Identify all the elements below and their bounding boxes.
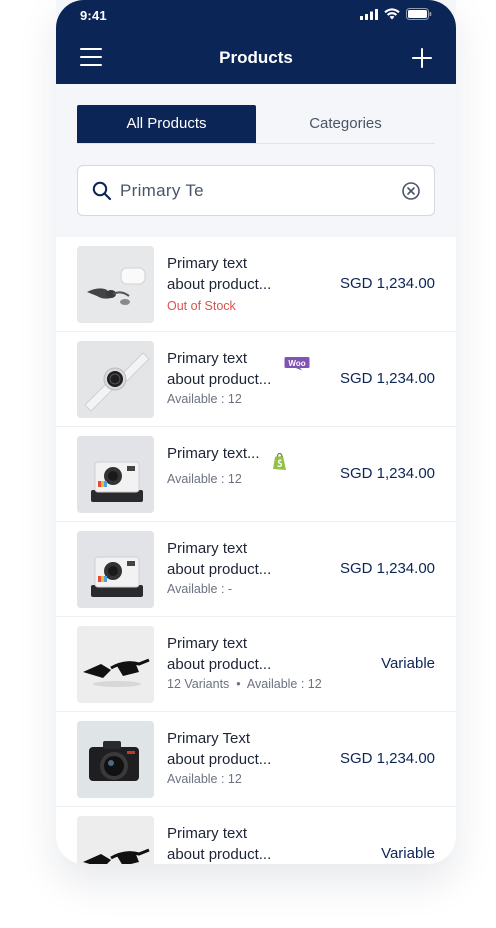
stock-status: Out of Stock (167, 299, 236, 313)
product-price: Variable (381, 655, 435, 672)
tab-categories[interactable]: Categories (256, 105, 435, 143)
battery-icon (406, 8, 432, 20)
page-title: Products (219, 48, 293, 67)
product-row[interactable]: Primary text about product... Available … (56, 522, 456, 617)
product-thumbnail-sunglasses (77, 626, 154, 703)
search-icon (92, 181, 112, 201)
product-thumbnail-smartwatch (77, 341, 154, 418)
product-row[interactable]: Primary Text about product... Available … (56, 712, 456, 807)
product-row[interactable]: Primary text about product... Out of Sto… (56, 237, 456, 332)
shopify-icon (273, 453, 286, 470)
product-name: Primary text about product... (167, 825, 272, 863)
availability-text: Available : 12 (167, 392, 242, 406)
product-row[interactable]: Primary text about product... 12 Variant… (56, 617, 456, 712)
product-thumbnail-dslr-camera (77, 721, 154, 798)
availability-text: Available : - (167, 582, 233, 596)
product-price: Variable (381, 845, 435, 862)
product-name: Primary text about product... (167, 635, 272, 673)
product-row[interactable]: Primary text... Available : 12 SGD 1,234… (56, 427, 456, 522)
product-name: Primary text about product... (167, 255, 272, 293)
tab-all-products[interactable]: All Products (77, 105, 256, 143)
wifi-icon (384, 8, 400, 20)
variants-availability-text: 12 Variants • Available : 12 (167, 677, 322, 691)
availability-text: Available : 12 (167, 772, 242, 786)
svg-text:Woo: Woo (288, 359, 305, 368)
clear-search-icon[interactable] (401, 181, 421, 201)
product-price: SGD 1,234.00 (339, 750, 435, 767)
availability-text: Available : 12 (167, 472, 242, 486)
product-row[interactable]: Primary text about product... Woo Availa… (56, 332, 456, 427)
product-thumbnail-sunglasses (77, 816, 154, 864)
product-price: SGD 1,234.00 (339, 560, 435, 577)
product-name: Primary text... (167, 445, 260, 462)
add-product-button[interactable] (412, 48, 432, 68)
product-thumbnail-instant-camera (77, 531, 154, 608)
product-name: Primary text about product... (167, 350, 272, 388)
search-value: Primary Te (120, 181, 204, 200)
product-thumbnail-earbuds (77, 246, 154, 323)
product-row[interactable]: Primary text about product... Variable (56, 807, 456, 864)
product-name: Primary text about product... (167, 540, 272, 578)
status-icons (360, 8, 432, 20)
woocommerce-icon: Woo (284, 357, 310, 371)
phone-screen: 9:41 Products All Products Categories Pr… (56, 0, 456, 864)
search-input[interactable]: Primary Te (77, 165, 435, 216)
product-thumbnail-instant-camera (77, 436, 154, 513)
app-header: 9:41 Products (56, 0, 456, 84)
product-price: SGD 1,234.00 (339, 465, 435, 482)
product-price: SGD 1,234.00 (339, 275, 435, 292)
product-tabs: All Products Categories (77, 105, 435, 144)
product-name: Primary Text about product... (167, 730, 272, 768)
product-list: Primary text about product... Out of Sto… (56, 237, 456, 864)
product-price: SGD 1,234.00 (339, 370, 435, 387)
status-time: 9:41 (80, 8, 107, 23)
signal-icon (360, 8, 378, 20)
